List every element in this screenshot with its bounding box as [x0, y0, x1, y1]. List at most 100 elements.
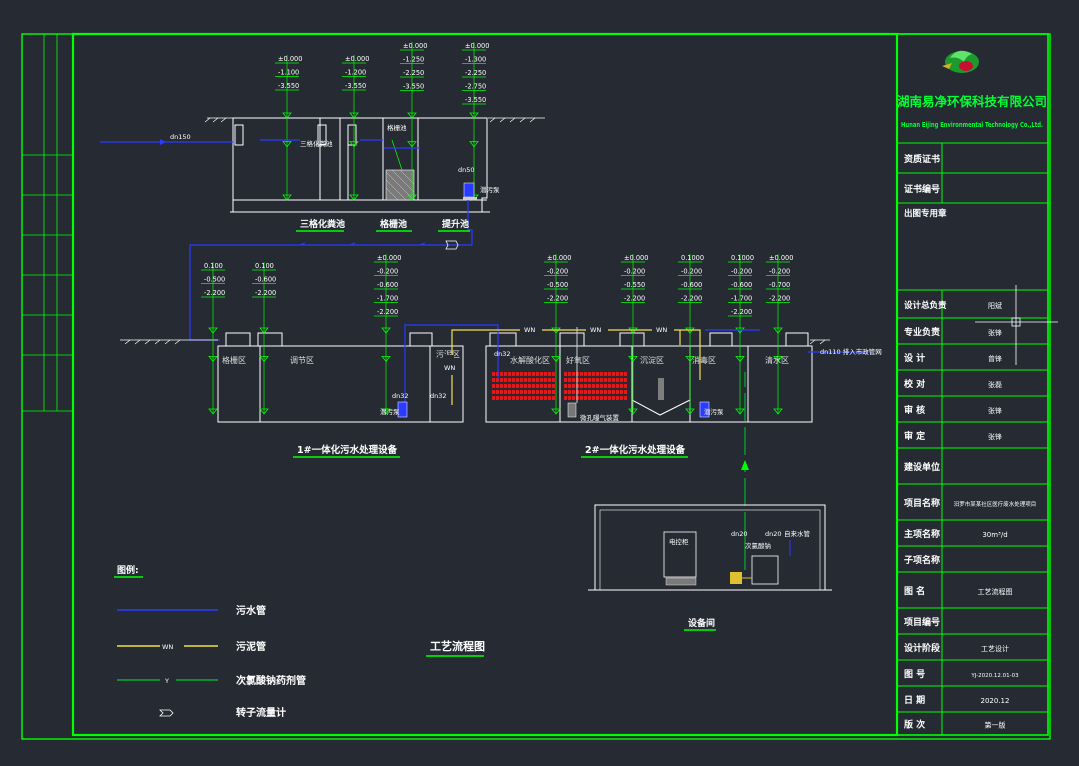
- media-cell: [500, 372, 503, 376]
- svg-text:WN: WN: [524, 326, 535, 334]
- media-cell: [552, 384, 555, 388]
- svg-text:WN: WN: [444, 364, 455, 372]
- media-cell: [520, 378, 523, 382]
- elevation-value: -2.200: [377, 308, 398, 316]
- media-cell: [592, 378, 595, 382]
- media-cell: [616, 396, 619, 400]
- media-cell: [512, 372, 515, 376]
- media-cell: [584, 378, 587, 382]
- media-cell: [608, 378, 611, 382]
- media-cell: [516, 378, 519, 382]
- media-cell: [600, 372, 603, 376]
- media-cell: [520, 396, 523, 400]
- media-cell: [580, 396, 583, 400]
- media-cell: [528, 396, 531, 400]
- media-cell: [624, 390, 627, 394]
- tb-value: 工艺设计: [981, 644, 1009, 653]
- aeration-label: 微孔曝气装置: [580, 413, 620, 422]
- media-cell: [520, 372, 523, 376]
- media-cell: [536, 390, 539, 394]
- tb-value: 30m³/d: [982, 531, 1007, 539]
- elevation-value: -0.500: [547, 281, 568, 289]
- media-cell: [504, 384, 507, 388]
- media-cell: [532, 378, 535, 382]
- cad-drawing: 湖南易净环保科技有限公司 Hunan Eijing Environmental …: [0, 0, 1079, 766]
- media-cell: [580, 378, 583, 382]
- media-cell: [552, 372, 555, 376]
- media-cell: [596, 396, 599, 400]
- media-cell: [600, 378, 603, 382]
- elevation-value: -2.200: [255, 289, 276, 297]
- media-cell: [600, 384, 603, 388]
- elevation-value: 0.100: [204, 262, 223, 270]
- media-cell: [564, 384, 567, 388]
- media-cell: [524, 390, 527, 394]
- media-cell: [516, 384, 519, 388]
- tb-label: 子项名称: [904, 554, 940, 566]
- equipment-room-title: 设备间: [688, 617, 715, 629]
- tb-value: 汨罗市某某社区医疗废水处理项目: [954, 500, 1037, 508]
- media-cell: [524, 396, 527, 400]
- elevation-value: -0.200: [681, 268, 702, 276]
- media-cell: [536, 384, 539, 388]
- media-cell: [608, 372, 611, 376]
- elevation-value: -2.750: [465, 83, 486, 91]
- media-cell: [564, 378, 567, 382]
- media-cell: [544, 396, 547, 400]
- elevation-value: -2.200: [731, 308, 752, 316]
- media-cell: [612, 396, 615, 400]
- media-cell: [612, 390, 615, 394]
- media-cell: [568, 378, 571, 382]
- tb-value: YJ-2020.12.01-03: [970, 673, 1019, 679]
- grid-caption: 格栅池: [380, 218, 407, 230]
- media-cell: [600, 396, 603, 400]
- media-cell: [584, 390, 587, 394]
- elevation-value: -1.200: [345, 69, 366, 77]
- media-cell: [568, 396, 571, 400]
- unit1-caption: 1#一体化污水处理设备: [297, 444, 398, 456]
- zone-grid: 格栅区: [222, 355, 246, 365]
- elevation-value: ±0.000: [465, 42, 489, 50]
- media-cell: [588, 384, 591, 388]
- tb-label: 版 次: [903, 719, 925, 731]
- media-cell: [604, 384, 607, 388]
- media-cell: [564, 396, 567, 400]
- tb-label: 出图专用章: [904, 208, 947, 219]
- tb-value: 张磊: [988, 380, 1002, 389]
- media-cell: [548, 390, 551, 394]
- tb-label: 设 计: [904, 352, 925, 364]
- inlet-label: dn150: [170, 133, 191, 141]
- outlet-label: dn110 排入市政管网: [820, 347, 882, 356]
- media-cell: [504, 378, 507, 382]
- media-cell: [592, 372, 595, 376]
- legend-sewage-label: 污水管: [236, 604, 266, 617]
- media-cell: [604, 372, 607, 376]
- media-cell: [604, 378, 607, 382]
- elevation-value: -1.100: [278, 69, 299, 77]
- media-cell: [596, 390, 599, 394]
- media-cell: [624, 396, 627, 400]
- elevation-value: -3.550: [345, 82, 366, 90]
- media-cell: [528, 372, 531, 376]
- tb-label: 证书编号: [904, 183, 940, 195]
- media-cell: [572, 396, 575, 400]
- septic-caption: 三格化粪池: [300, 218, 345, 230]
- media-cell: [508, 396, 511, 400]
- media-cell: [592, 396, 595, 400]
- media-cell: [536, 372, 539, 376]
- svg-text:Y: Y: [164, 677, 169, 685]
- media-cell: [608, 384, 611, 388]
- elevation-value: -3.550: [278, 82, 299, 90]
- zone-clear: 清水区: [765, 355, 789, 365]
- dn32-c: dn32: [494, 350, 511, 358]
- media-cell: [512, 390, 515, 394]
- media-cell: [520, 384, 523, 388]
- media-cell: [500, 390, 503, 394]
- media-cell: [612, 378, 615, 382]
- dosing-label: 次氯酸钠: [745, 541, 771, 550]
- tb-value: 张锋: [988, 406, 1002, 415]
- media-cell: [552, 378, 555, 382]
- tb-value: 第一版: [985, 721, 1006, 730]
- tb-label: 校 对: [904, 378, 925, 390]
- zone-aerobic: 好氧区: [566, 355, 590, 365]
